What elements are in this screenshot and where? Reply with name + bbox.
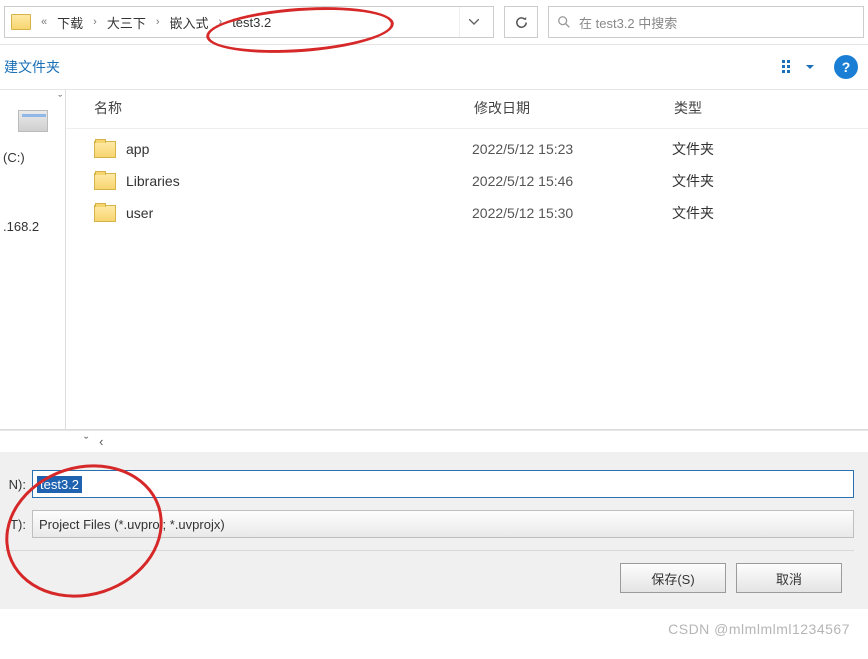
breadcrumb-item[interactable]: 下载 (55, 11, 85, 34)
watermark: CSDN @mlmlmlml1234567 (668, 621, 850, 637)
view-options-button[interactable] (774, 58, 822, 76)
dialog-actions: 保存(S) 取消 (4, 550, 854, 599)
file-type: 文件夹 (672, 203, 864, 223)
file-date: 2022/5/12 15:46 (472, 173, 672, 189)
file-name: user (126, 205, 472, 221)
filename-input[interactable]: test3.2 (32, 470, 854, 498)
breadcrumb-dropdown[interactable] (459, 7, 487, 37)
chevron-right-icon: › (89, 16, 101, 28)
sidebar-drive-label[interactable]: (C:) (0, 132, 65, 167)
breadcrumb-item[interactable]: test3.2 (230, 13, 273, 32)
table-row[interactable]: app 2022/5/12 15:23 文件夹 (90, 133, 868, 165)
file-name: app (126, 141, 472, 157)
chevron-right-icon: › (215, 16, 227, 28)
file-rows: app 2022/5/12 15:23 文件夹 Libraries 2022/5… (66, 129, 868, 229)
file-list: 名称 修改日期 类型 app 2022/5/12 15:23 文件夹 Libra… (66, 90, 868, 429)
filetype-select[interactable]: Project Files (*.uvproj; *.uvprojx) (32, 510, 854, 538)
scroll-arrows[interactable]: ˇ ‹ (0, 430, 868, 452)
table-row[interactable]: user 2022/5/12 15:30 文件夹 (90, 197, 868, 229)
caret-down-icon (806, 65, 814, 70)
search-input[interactable]: 在 test3.2 中搜索 (548, 6, 864, 38)
filetype-value: Project Files (*.uvproj; *.uvprojx) (39, 517, 225, 532)
chevron-down-icon (469, 19, 479, 25)
sidebar-network-label[interactable]: .168.2 (0, 201, 65, 236)
chevron-right-icon: › (152, 16, 164, 28)
filename-value: test3.2 (37, 476, 82, 493)
header-type[interactable]: 类型 (674, 98, 856, 118)
file-date: 2022/5/12 15:30 (472, 205, 672, 221)
address-toolbar: « 下载 › 大三下 › 嵌入式 › test3.2 在 test3.2 中搜索 (0, 0, 868, 45)
file-type: 文件夹 (672, 139, 864, 159)
help-button[interactable]: ? (834, 55, 858, 79)
folder-icon (94, 173, 116, 190)
file-name: Libraries (126, 173, 472, 189)
cancel-button[interactable]: 取消 (736, 563, 842, 593)
folder-icon (94, 205, 116, 222)
nav-sidebar: ˇ (C:) .168.2 (0, 90, 66, 429)
breadcrumb-overflow[interactable]: « (37, 16, 51, 28)
refresh-icon (514, 15, 529, 30)
table-row[interactable]: Libraries 2022/5/12 15:46 文件夹 (90, 165, 868, 197)
breadcrumb-item[interactable]: 大三下 (105, 11, 148, 34)
drive-icon[interactable] (18, 110, 48, 132)
main-area: ˇ (C:) .168.2 名称 修改日期 类型 app 2022/5/12 1… (0, 90, 868, 430)
file-date: 2022/5/12 15:23 (472, 141, 672, 157)
file-type: 文件夹 (672, 171, 864, 191)
command-bar: 建文件夹 ? (0, 45, 868, 90)
header-name[interactable]: 名称 (94, 98, 474, 118)
tree-collapse-icon[interactable]: ˇ (58, 94, 62, 106)
refresh-button[interactable] (504, 6, 538, 38)
view-list-icon (782, 60, 800, 74)
filename-label: N): (4, 477, 26, 492)
folder-icon (94, 141, 116, 158)
search-placeholder: 在 test3.2 中搜索 (579, 13, 677, 32)
search-icon (557, 15, 571, 29)
save-button[interactable]: 保存(S) (620, 563, 726, 593)
save-panel: N): test3.2 T): Project Files (*.uvproj;… (0, 452, 868, 609)
breadcrumb[interactable]: « 下载 › 大三下 › 嵌入式 › test3.2 (4, 6, 494, 38)
folder-icon (11, 14, 31, 30)
column-headers: 名称 修改日期 类型 (66, 90, 868, 129)
new-folder-button[interactable]: 建文件夹 (4, 57, 60, 77)
breadcrumb-item[interactable]: 嵌入式 (168, 11, 211, 34)
header-date[interactable]: 修改日期 (474, 98, 674, 118)
filetype-label: T): (4, 517, 26, 532)
